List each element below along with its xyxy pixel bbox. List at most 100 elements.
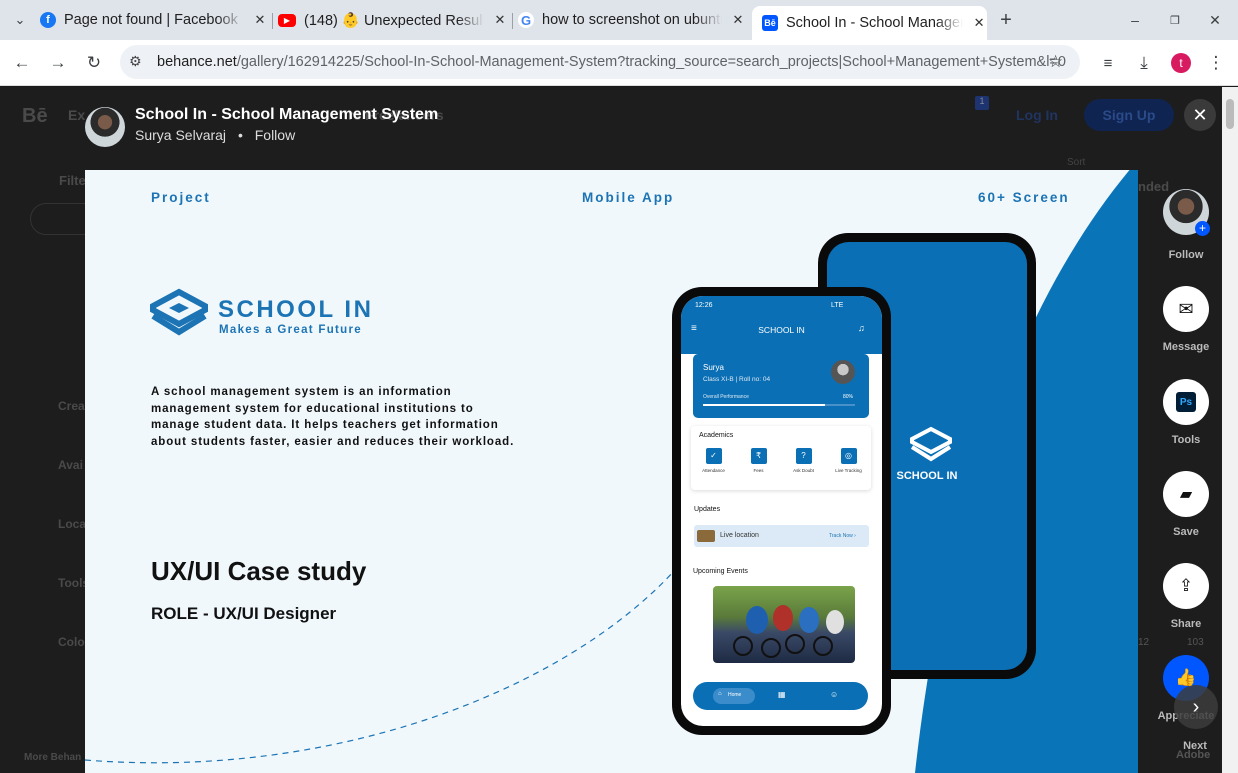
close-tab-icon[interactable]: ✕ xyxy=(971,15,987,31)
bg-sort: Sort xyxy=(1067,157,1086,168)
live-location-card: Live location Track Now › xyxy=(694,525,869,547)
updates-heading: Updates xyxy=(694,506,721,513)
label-mobile-app: Mobile App xyxy=(582,190,675,205)
photoshop-icon: Ps xyxy=(1176,392,1196,412)
browser-menu-icon[interactable]: ⋮ xyxy=(1203,50,1229,76)
tools-button[interactable]: Ps xyxy=(1163,379,1209,425)
minimize-icon[interactable]: – xyxy=(1122,7,1148,33)
events-heading: Upcoming Events xyxy=(693,568,748,575)
back-arrow-icon[interactable]: ← xyxy=(9,50,35,76)
case-study-heading: UX/UI Case study xyxy=(151,556,367,586)
profile-avatar[interactable]: t xyxy=(1168,50,1194,76)
performance-bar-fill xyxy=(703,404,825,406)
academic-item: ◎ Live Tracking xyxy=(829,448,869,488)
bg-filter-location: Loca xyxy=(58,517,87,531)
reload-icon[interactable]: ↻ xyxy=(81,50,107,76)
next-project-icon[interactable]: › xyxy=(1174,685,1218,729)
follow-link[interactable]: Follow xyxy=(255,127,295,143)
message-button[interactable]: ✉ xyxy=(1163,286,1209,332)
side-tools-label: Tools xyxy=(1171,434,1201,446)
author-follow-avatar[interactable]: + xyxy=(1163,189,1210,236)
bg-signup: Sign Up xyxy=(1084,99,1174,131)
role-heading: ROLE - UX/UI Designer xyxy=(151,604,337,623)
project-image: Project Mobile App 60+ Screen SCHOOL IN … xyxy=(85,170,1138,773)
follow-plus-icon[interactable]: + xyxy=(1195,221,1210,236)
brand-tagline: Makes a Great Future xyxy=(219,324,362,336)
academic-item: ✓ Attendance xyxy=(694,448,734,488)
academic-item-label: Live Tracking xyxy=(835,468,862,473)
phone-app-title: SCHOOL IN xyxy=(758,325,805,335)
tab-facebook[interactable]: f Page not found | Facebook ✕ xyxy=(40,6,268,34)
tab-youtube[interactable]: ▶ (148) 👶 Unexpected Results ✕ xyxy=(278,6,508,34)
forward-arrow-icon[interactable]: → xyxy=(45,50,71,76)
academic-item: ₹ Fees xyxy=(739,448,779,488)
close-tab-icon[interactable]: ✕ xyxy=(492,12,508,28)
bg-stat-views: 103 xyxy=(1187,637,1204,648)
bg-filter-color: Colo xyxy=(58,635,85,649)
author-avatar[interactable] xyxy=(85,107,125,147)
bg-login: Log In xyxy=(1016,107,1058,123)
academic-item-icon: ◎ xyxy=(840,448,857,464)
browser-tab-bar: ⌄ f Page not found | Facebook ✕ ▶ (148) … xyxy=(0,0,1238,40)
browser-toolbar: ← → ↻ ⚙ behance.net/gallery/162914225/Sc… xyxy=(0,40,1238,86)
phone-time: 12:26 xyxy=(695,302,713,309)
share-icon: ⇪ xyxy=(1163,563,1209,609)
window-close-icon[interactable]: ✕ xyxy=(1202,7,1228,33)
restore-icon[interactable]: ❐ xyxy=(1162,7,1188,33)
side-share-label: Share xyxy=(1170,618,1202,630)
academic-item-label: Attendance xyxy=(702,468,725,473)
page-scrollbar[interactable] xyxy=(1222,87,1238,773)
separator-dot: • xyxy=(237,127,243,143)
side-next-label: Next xyxy=(1183,740,1207,752)
url-text[interactable]: behance.net/gallery/162914225/School-In-… xyxy=(157,54,1066,70)
new-tab-plus-icon[interactable]: + xyxy=(993,7,1019,33)
tab-title: (148) 👶 Unexpected Results xyxy=(304,12,484,29)
author-name-link[interactable]: Surya Selvaraj xyxy=(135,127,226,143)
tab-google[interactable]: G how to screenshot on ubuntu ✕ xyxy=(518,6,746,34)
tab-behance-active[interactable]: Bē School In - School Management ✕ xyxy=(752,6,987,40)
student-card: Surya Class XI-B | Roll no: 04 Overall P… xyxy=(693,354,869,418)
label-screens: 60+ Screen xyxy=(978,190,1070,205)
academic-item-icon: ✓ xyxy=(705,448,722,464)
address-bar[interactable]: ⚙ behance.net/gallery/162914225/School-I… xyxy=(120,45,1080,79)
academic-item: ? Ask Doubt xyxy=(784,448,824,488)
site-settings-icon[interactable]: ⚙ xyxy=(129,53,142,70)
save-button[interactable]: ▰ xyxy=(1163,471,1209,517)
label-project: Project xyxy=(151,190,211,205)
scrollbar-thumb[interactable] xyxy=(1226,99,1234,129)
bookmark-star-icon[interactable]: ☆ xyxy=(1048,52,1063,72)
close-tab-icon[interactable]: ✕ xyxy=(252,12,268,28)
download-icon[interactable]: ⤓ xyxy=(1131,50,1157,76)
behance-icon: Bē xyxy=(762,15,778,31)
bg-notification-badge: 1 xyxy=(975,96,989,110)
bg-explore-link: Ex xyxy=(68,107,86,123)
project-description: A school management system is an informa… xyxy=(151,386,515,448)
side-save-label: Save xyxy=(1173,526,1199,538)
academic-item-label: Fees xyxy=(753,468,764,473)
project-title: School In - School Management System xyxy=(135,106,439,123)
bg-filter-creative: Crea xyxy=(58,399,85,413)
home-nav-label: Home xyxy=(728,692,742,698)
close-project-icon[interactable]: ✕ xyxy=(1184,99,1216,131)
academics-heading: Academics xyxy=(699,432,734,439)
share-button[interactable]: ⇪ xyxy=(1163,563,1209,609)
back-phone-logo-icon xyxy=(910,426,952,462)
youtube-icon: ▶ xyxy=(278,13,296,27)
tab-title: how to screenshot on ubuntu xyxy=(542,12,722,28)
academic-item-icon: ₹ xyxy=(750,448,767,464)
side-follow-label: Follow xyxy=(1168,249,1204,261)
bus-icon xyxy=(697,530,715,542)
tab-search-chevron-icon[interactable]: ⌄ xyxy=(7,7,33,33)
behance-logo: Bē xyxy=(22,105,48,127)
close-tab-icon[interactable]: ✕ xyxy=(730,12,746,28)
folder-icon: ▰ xyxy=(1163,471,1209,517)
class-info: Class XI-B | Roll no: 04 xyxy=(703,376,771,383)
bg-stat-likes: 12 xyxy=(1138,637,1150,648)
track-now-link: Track Now › xyxy=(829,533,856,539)
academics-card: Academics ✓ Attendance ₹ Fees ? Ask Doubt ◎ Liv… xyxy=(691,426,871,490)
event-cyclists-image xyxy=(713,586,855,663)
phone-bottom-nav: ⌂ Home ▦ ☺ xyxy=(693,682,868,710)
front-phone-mockup: 12:26 LTE ≡ SCHOOL IN ♫ Surya Class XI-B… xyxy=(672,287,891,735)
media-controls-icon[interactable]: ≡ xyxy=(1095,50,1121,76)
tab-title: School In - School Management xyxy=(786,15,963,31)
